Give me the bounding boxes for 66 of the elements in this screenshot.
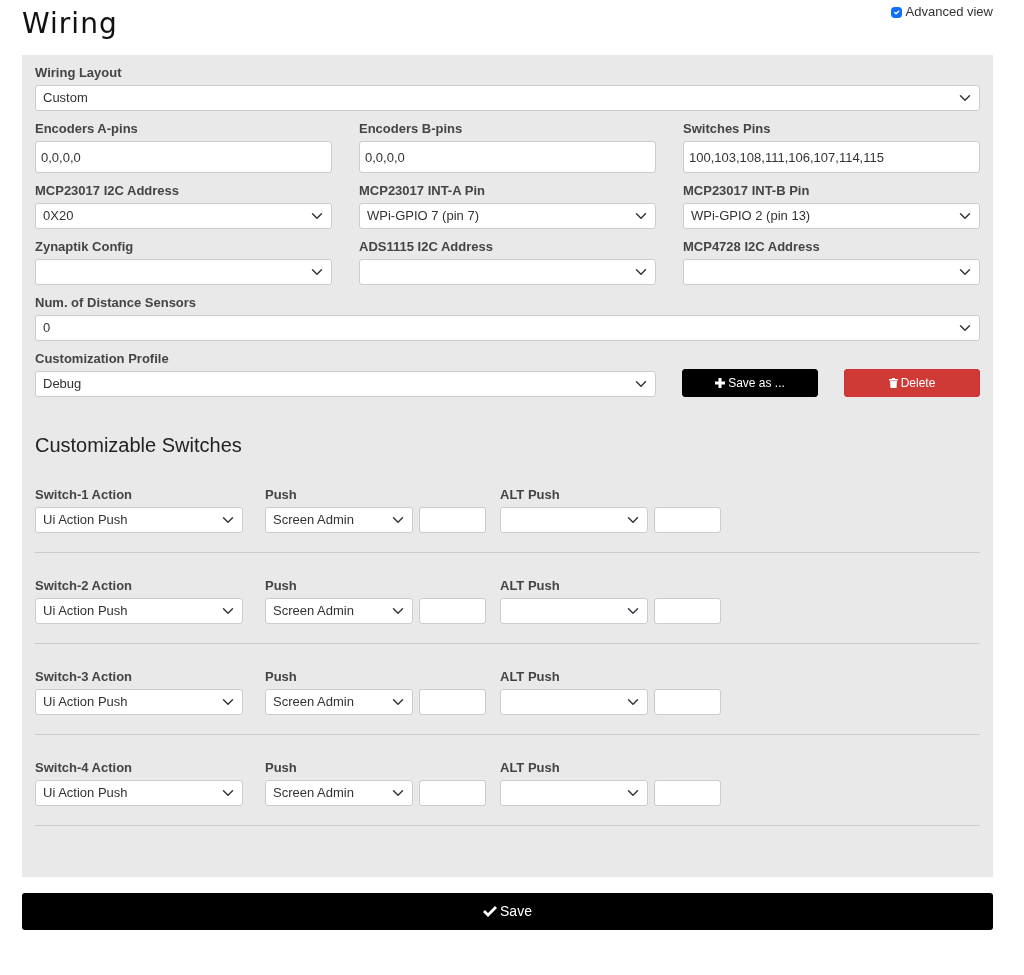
push-select[interactable]: Screen Admin	[265, 507, 413, 533]
field-label: Push	[265, 760, 298, 776]
field-label: Switches Pins	[683, 121, 772, 137]
field-label: Wiring Layout	[35, 65, 123, 81]
alt-push-select[interactable]	[500, 780, 648, 806]
push-value-field[interactable]	[419, 598, 486, 624]
field-label: ALT Push	[500, 760, 561, 776]
field-label: MCP23017 I2C Address	[35, 183, 181, 199]
checkmark-icon	[483, 906, 498, 917]
profile-select[interactable]: Debug	[35, 371, 656, 397]
alt-push-value-field[interactable]	[654, 780, 721, 806]
advanced-view-checkbox[interactable]	[890, 6, 902, 18]
text-field[interactable]: 0,0,0,0	[35, 141, 332, 173]
push-value-field[interactable]	[419, 507, 486, 533]
field-label: Push	[265, 669, 298, 685]
field-label: Push	[265, 487, 298, 503]
alt-push-value-field[interactable]	[654, 598, 721, 624]
field-label: MCP4728 I2C Address	[683, 239, 821, 255]
dropdown-select[interactable]	[35, 259, 332, 285]
alt-push-value-field[interactable]	[654, 689, 721, 715]
wiring-layout-select[interactable]: Custom	[35, 85, 980, 111]
action-select[interactable]: Ui Action Push	[35, 689, 243, 715]
field-label: Customization Profile	[35, 351, 170, 367]
field-label: ALT Push	[500, 669, 561, 685]
field-label: Zynaptik Config	[35, 239, 135, 255]
delete-button[interactable]: Delete	[844, 369, 980, 397]
alt-push-select[interactable]	[500, 507, 648, 533]
text-field[interactable]: 100,103,108,111,106,107,114,115	[683, 141, 980, 173]
field-label: Switch-3 Action	[35, 669, 134, 685]
dropdown-select[interactable]: WPi-GPIO 2 (pin 13)	[683, 203, 980, 229]
alt-push-select[interactable]	[500, 689, 648, 715]
text-field[interactable]: 0,0,0,0	[359, 141, 656, 173]
push-select[interactable]: Screen Admin	[265, 598, 413, 624]
alt-push-value-field[interactable]	[654, 507, 721, 533]
field-label: ALT Push	[500, 487, 561, 503]
field-label: MCP23017 INT-A Pin	[359, 183, 486, 199]
field-label: ADS1115 I2C Address	[359, 239, 494, 255]
advanced-view-label[interactable]: Advanced view	[905, 2, 993, 22]
dropdown-select[interactable]: WPi-GPIO 7 (pin 7)	[359, 203, 656, 229]
action-select[interactable]: Ui Action Push	[35, 780, 243, 806]
distance-sensors-select[interactable]: 0	[35, 315, 980, 341]
field-label: Encoders A-pins	[35, 121, 139, 137]
field-label: Encoders B-pins	[359, 121, 464, 137]
save-as-button[interactable]: Save as ...	[682, 369, 818, 397]
field-label: Switch-2 Action	[35, 578, 134, 594]
section-heading: Customizable Switches	[35, 433, 243, 457]
push-select[interactable]: Screen Admin	[265, 689, 413, 715]
action-select[interactable]: Ui Action Push	[35, 598, 243, 624]
field-label: MCP23017 INT-B Pin	[683, 183, 811, 199]
push-value-field[interactable]	[419, 689, 486, 715]
trash-icon	[888, 378, 898, 388]
field-label: Switch-4 Action	[35, 760, 134, 776]
alt-push-select[interactable]	[500, 598, 648, 624]
dropdown-select[interactable]	[359, 259, 656, 285]
push-value-field[interactable]	[419, 780, 486, 806]
dropdown-select[interactable]	[683, 259, 980, 285]
field-label: Num. of Distance Sensors	[35, 295, 198, 311]
save-button[interactable]: Save	[22, 893, 993, 930]
push-select[interactable]: Screen Admin	[265, 780, 413, 806]
plus-icon	[715, 378, 726, 388]
field-label: Push	[265, 578, 298, 594]
page-title: Wiring	[22, 6, 118, 42]
action-select[interactable]: Ui Action Push	[35, 507, 243, 533]
field-label: Switch-1 Action	[35, 487, 134, 503]
field-label: ALT Push	[500, 578, 561, 594]
dropdown-select[interactable]: 0X20	[35, 203, 332, 229]
